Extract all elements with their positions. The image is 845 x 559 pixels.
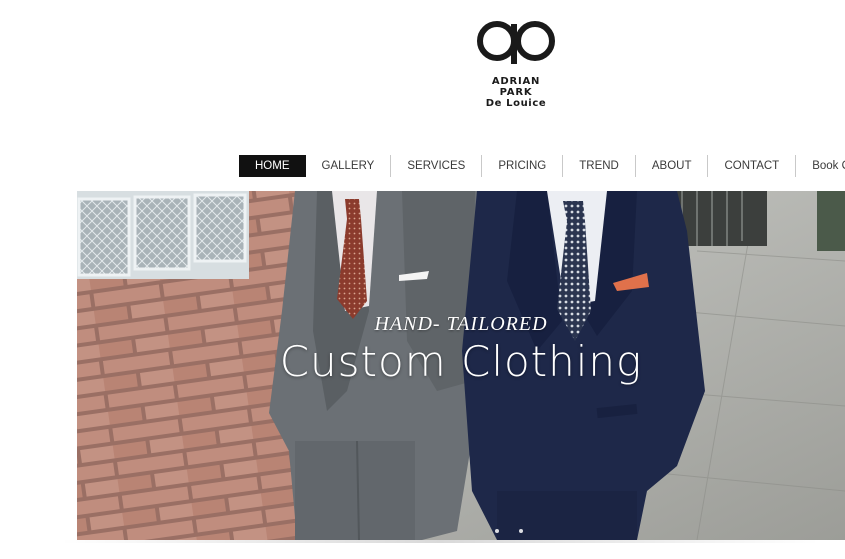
nav-about[interactable]: ABOUT xyxy=(636,155,708,177)
nav-home[interactable]: HOME xyxy=(239,155,306,177)
nav-book-online[interactable]: Book Online xyxy=(796,155,845,177)
brand-name: ADRIAN PARK xyxy=(491,76,541,98)
nav-pricing[interactable]: PRICING xyxy=(482,155,562,177)
nav-contact[interactable]: CONTACT xyxy=(708,155,795,177)
hero-slideshow[interactable]: HAND- TAILORED Custom Clothing xyxy=(77,191,845,540)
slide-dot-1[interactable] xyxy=(495,529,499,533)
hero-shadow xyxy=(60,540,820,543)
main-nav: HOME GALLERY SERVICES PRICING TREND ABOU… xyxy=(239,155,845,177)
brand-subname: De Louice xyxy=(485,98,547,109)
slide-dot-2[interactable] xyxy=(519,529,523,533)
nav-services[interactable]: SERVICES xyxy=(391,155,481,177)
ap-monogram-icon xyxy=(477,21,555,64)
slideshow-dots xyxy=(495,529,523,533)
hero-tagline: HAND- TAILORED xyxy=(374,313,548,335)
nav-gallery[interactable]: GALLERY xyxy=(306,155,391,177)
nav-trend[interactable]: TREND xyxy=(563,155,635,177)
site-logo[interactable]: ADRIAN PARK De Louice xyxy=(474,18,558,109)
hero-title: Custom Clothing xyxy=(279,337,643,386)
